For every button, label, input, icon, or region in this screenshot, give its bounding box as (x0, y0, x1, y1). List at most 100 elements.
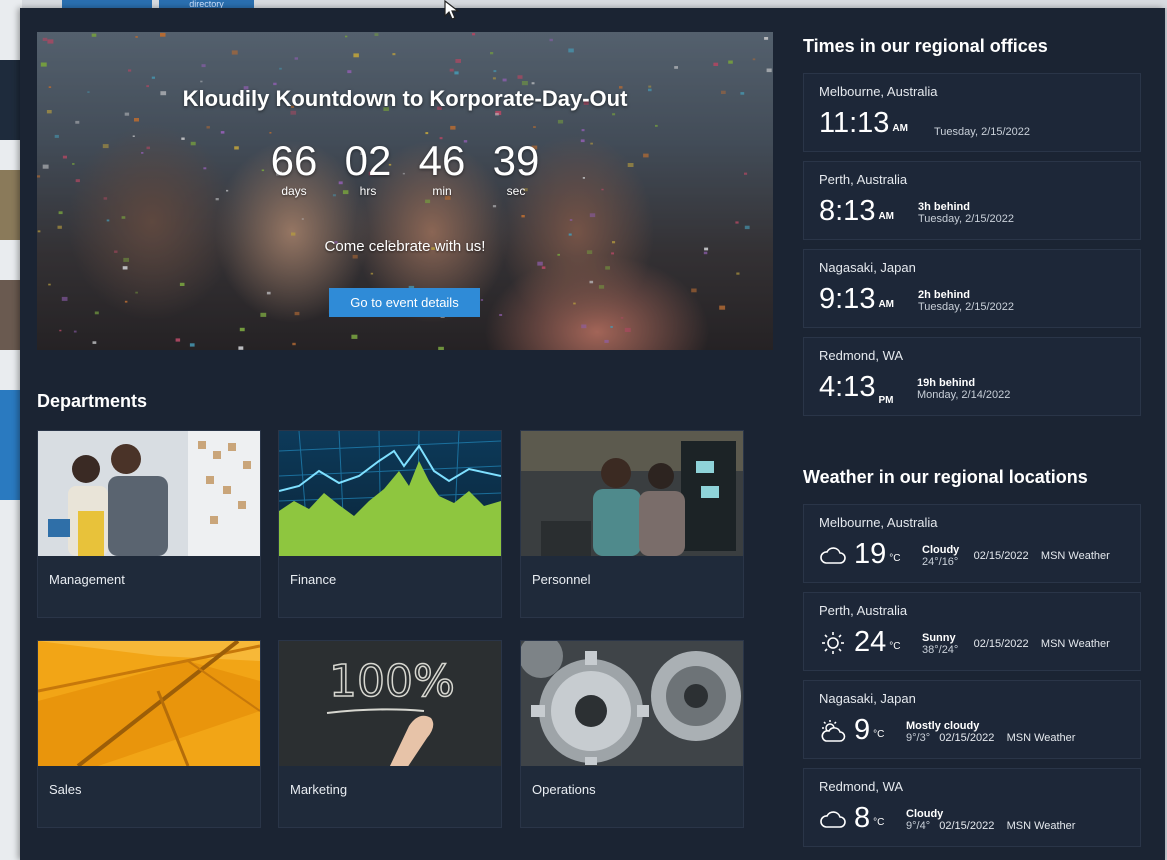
department-name: Personnel (532, 572, 591, 587)
am-pm: AM (892, 123, 908, 134)
times-heading: Times in our regional offices (803, 36, 1048, 56)
weather-date: 02/15/2022 (939, 820, 995, 832)
time-card-redmond: Redmond, WA 4:13 PM 19h behind Monday, 2/… (803, 337, 1141, 416)
time-value: 8:13 (819, 195, 876, 227)
temperature-unit: °C (873, 729, 885, 740)
am-pm: AM (878, 211, 895, 222)
countdown-hours: 02 hrs (331, 138, 405, 199)
time-info: Tuesday, 2/15/2022 (934, 126, 1030, 138)
city-name: Melbourne, Australia (819, 515, 938, 530)
weather-condition: Mostly cloudy (906, 720, 980, 732)
department-card-sales[interactable]: Sales (37, 640, 261, 828)
time-offset: 3h behind (918, 201, 970, 213)
department-image (279, 431, 501, 556)
temperature: 8 °C (854, 802, 884, 834)
countdown-minutes: 46 min (405, 137, 479, 199)
weather-heading: Weather in our regional locations (803, 467, 1088, 487)
clock-time: 4:13 PM (819, 371, 894, 406)
department-image: 100% (279, 641, 501, 766)
weather-condition: Cloudy (906, 808, 944, 820)
clock-time: 8:13 AM (819, 195, 894, 227)
background-tab-directory: directory (159, 0, 254, 8)
cloud-icon (820, 547, 846, 564)
temperature-range: 38°/24° (922, 644, 959, 656)
weather-card-perth: Perth, Australia 24 °C Sunny 38°/24° 02/1… (803, 592, 1141, 671)
countdown-timer: 66 days 02 hrs 46 min 39 sec (37, 137, 773, 199)
department-image (521, 641, 743, 766)
time-date: Tuesday, 2/15/2022 (934, 126, 1031, 138)
weather-source: MSN Weather (1006, 732, 1076, 744)
department-card-operations[interactable]: Operations (520, 640, 744, 828)
city-name: Melbourne, Australia (819, 84, 938, 99)
clock-time: 11:13 AM (819, 107, 908, 139)
weather-card-melbourne: Melbourne, Australia 19 °C Cloudy 24°/16°… (803, 504, 1141, 583)
gears-image (521, 641, 743, 766)
chalkboard-100-percent-image: 100% (279, 641, 501, 766)
background-page-top: directory (22, 0, 1167, 8)
department-card-finance[interactable]: Finance (278, 430, 502, 618)
city-name: Perth, Australia (819, 172, 908, 187)
countdown-value: 46 (418, 137, 466, 184)
department-image (521, 431, 743, 556)
weather-info: Cloudy 9°/4° 02/15/2022 MSN Weather (906, 808, 1075, 832)
temperature-unit: °C (873, 817, 885, 828)
temperature: 19 °C (854, 538, 901, 570)
city-name: Redmond, WA (819, 348, 904, 363)
partly-cloudy-icon (821, 720, 846, 742)
temperature-value: 24 (854, 626, 887, 658)
am-pm: PM (878, 395, 894, 406)
time-card-nagasaki: Nagasaki, Japan 9:13 AM 2h behind Tuesday… (803, 249, 1141, 328)
svg-text:100%: 100% (329, 656, 455, 707)
city-name: Nagasaki, Japan (819, 260, 916, 275)
time-offset: 19h behind (917, 377, 976, 389)
countdown-label: sec (506, 184, 526, 198)
countdown-days: 66 days (257, 137, 331, 199)
weather-card-redmond: Redmond, WA 8 °C Cloudy 9°/4° 02/15/2022 … (803, 768, 1141, 847)
time-date: Tuesday, 2/15/2022 (918, 213, 1015, 225)
temperature-value: 19 (854, 538, 887, 570)
temperature: 24 °C (854, 626, 901, 658)
weather-source: MSN Weather (1040, 550, 1110, 562)
yellow-umbrella-image (38, 641, 260, 766)
countdown-hero: Kloudily Kountdown to Korporate-Day-Out … (37, 32, 773, 350)
department-name: Management (49, 572, 125, 587)
people-at-computer-image (521, 431, 743, 556)
department-image (38, 641, 260, 766)
time-info: 2h behind Tuesday, 2/15/2022 (918, 289, 1014, 313)
countdown-label: hrs (359, 184, 377, 198)
countdown-value: 66 (270, 137, 318, 184)
background-thumbnail (0, 60, 22, 140)
weather-info: Sunny 38°/24° 02/15/2022 MSN Weather (922, 632, 1110, 656)
weather-source: MSN Weather (1040, 638, 1110, 650)
weather-condition: Sunny (922, 632, 956, 644)
background-tab (62, 0, 152, 8)
time-card-perth: Perth, Australia 8:13 AM 3h behind Tuesda… (803, 161, 1141, 240)
temperature-range: 9°/4° (906, 820, 931, 832)
weather-card-nagasaki: Nagasaki, Japan 9 °C Mostly cloudy 9°/3° … (803, 680, 1141, 759)
countdown-seconds: 39 sec (479, 138, 553, 199)
weather-source: MSN Weather (1006, 820, 1076, 832)
time-card-melbourne: Melbourne, Australia 11:13 AM Tuesday, 2/… (803, 73, 1141, 152)
time-value: 9:13 (819, 283, 876, 315)
department-card-personnel[interactable]: Personnel (520, 430, 744, 618)
sun-icon (822, 632, 844, 654)
clock-time: 9:13 AM (819, 283, 894, 315)
background-page-left (0, 0, 22, 860)
weather-info: Cloudy 24°/16° 02/15/2022 MSN Weather (922, 544, 1110, 568)
department-card-marketing[interactable]: 100% Marketing (278, 640, 502, 828)
weather-condition: Cloudy (922, 544, 960, 556)
weather-info: Mostly cloudy 9°/3° 02/15/2022 MSN Weath… (906, 720, 1075, 744)
background-thumbnail (0, 280, 22, 350)
background-thumbnail (0, 390, 22, 500)
departments-heading: Departments (37, 391, 148, 411)
city-name: Perth, Australia (819, 603, 908, 618)
event-details-button[interactable]: Go to event details (329, 288, 480, 317)
time-offset: 2h behind (918, 289, 970, 301)
weather-date: 02/15/2022 (973, 550, 1029, 562)
time-info: 3h behind Tuesday, 2/15/2022 (918, 201, 1014, 225)
temperature-range: 9°/3° (906, 732, 931, 744)
weather-date: 02/15/2022 (939, 732, 995, 744)
time-value: 11:13 (819, 107, 890, 139)
department-card-management[interactable]: Management (37, 430, 261, 618)
countdown-label: days (281, 184, 307, 198)
